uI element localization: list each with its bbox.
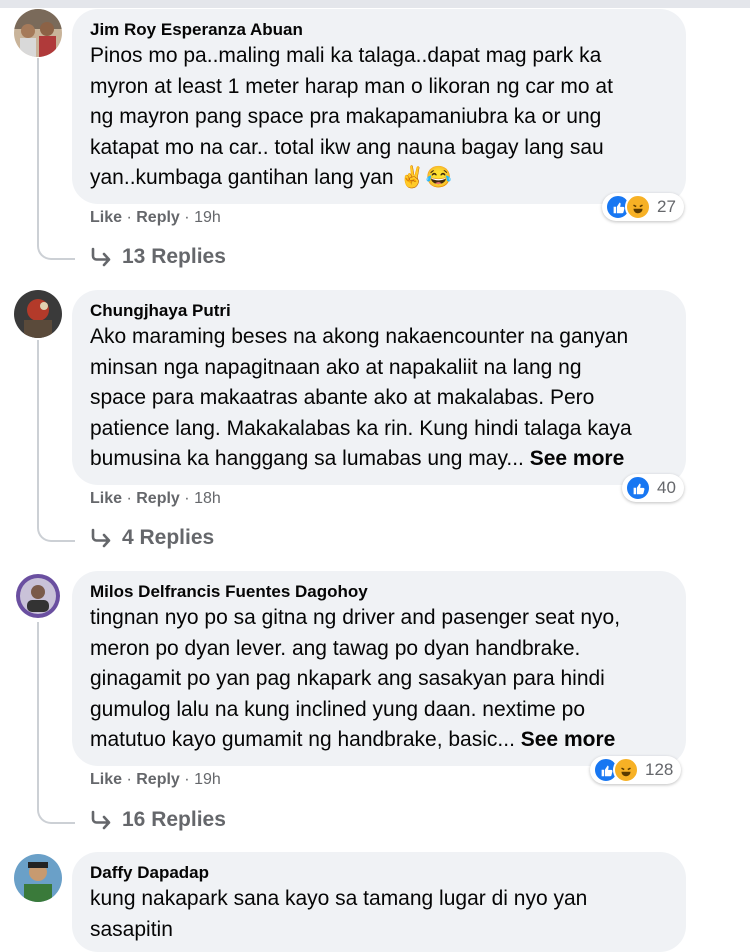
thread-line bbox=[37, 340, 39, 520]
avatar[interactable] bbox=[14, 854, 62, 902]
comment-author[interactable]: Milos Delfrancis Fuentes Dagohoy bbox=[90, 581, 668, 603]
comment-line: minsan nga napagitnaan ako at napakaliit… bbox=[90, 355, 582, 379]
comment-line: space para makaatras abante ako at makal… bbox=[90, 386, 595, 409]
comment-line: ginagamit po yan pag nkapark ang sasakya… bbox=[90, 667, 605, 690]
comment-line: Ako maraming beses na akong nakaencounte… bbox=[90, 325, 629, 348]
top-divider bbox=[0, 0, 750, 8]
timestamp[interactable]: 19h bbox=[194, 209, 221, 226]
thread-connector bbox=[37, 238, 75, 260]
comment-text: Ako maraming beses na akong nakaencounte… bbox=[90, 322, 668, 475]
timestamp[interactable]: 19h bbox=[194, 771, 221, 788]
reaction-count: 128 bbox=[645, 760, 674, 779]
comment-bubble: Daffy Dapadap kung nakapark sana kayo sa… bbox=[72, 852, 686, 952]
reaction-count: 27 bbox=[657, 197, 676, 216]
comment-text: Pinos mo pa..maling mali ka talaga..dapa… bbox=[90, 41, 668, 194]
reply-button[interactable]: Reply bbox=[136, 209, 180, 226]
comment-bubble: Milos Delfrancis Fuentes Dagohoy tingnan… bbox=[72, 571, 686, 766]
thread-connector bbox=[37, 520, 75, 542]
comment-line: meron po dyan lever. ang tawag po dyan h… bbox=[90, 636, 581, 660]
separator: · bbox=[126, 771, 132, 788]
comment-line: gumulog lalu na kung inclined yung daan.… bbox=[90, 697, 586, 721]
comment-line: ng mayron pang space pra makapamaniubra … bbox=[90, 105, 602, 128]
reaction-summary[interactable]: 27 bbox=[602, 193, 684, 221]
comment-line: bumusina ka hanggang sa lumabas ung may.… bbox=[90, 447, 524, 470]
comment-line: sasapitin bbox=[90, 917, 173, 941]
like-icon bbox=[625, 475, 651, 501]
view-replies-button[interactable]: 13 Replies bbox=[90, 245, 226, 269]
reply-arrow-icon bbox=[91, 247, 111, 267]
thread-line bbox=[37, 622, 39, 802]
comment-actions: Like · Reply · 19h bbox=[90, 209, 221, 227]
thread-line bbox=[37, 58, 39, 238]
thread-connector bbox=[37, 802, 75, 824]
reply-button[interactable]: Reply bbox=[136, 771, 180, 788]
comment-line: Pinos mo pa..maling mali ka talaga..dapa… bbox=[90, 44, 602, 67]
avatar[interactable] bbox=[14, 290, 62, 338]
comment-line: tingnan nyo po sa gitna ng driver and pa… bbox=[90, 606, 621, 629]
like-button[interactable]: Like bbox=[90, 209, 122, 226]
view-replies-button[interactable]: 4 Replies bbox=[90, 526, 214, 550]
comment-bubble: Chungjhaya Putri Ako maraming beses na a… bbox=[72, 290, 686, 485]
comment-bubble: Jim Roy Esperanza Abuan Pinos mo pa..mal… bbox=[72, 9, 686, 204]
avatar[interactable] bbox=[14, 9, 62, 57]
separator: · bbox=[126, 209, 132, 226]
reply-arrow-icon bbox=[91, 528, 111, 548]
replies-label: 16 Replies bbox=[122, 808, 226, 831]
like-button[interactable]: Like bbox=[90, 490, 122, 507]
comment-line: myron at least 1 meter harap man o likor… bbox=[90, 74, 613, 98]
comment-line: kung nakapark sana kayo sa tamang lugar … bbox=[90, 887, 588, 910]
reply-button[interactable]: Reply bbox=[136, 490, 180, 507]
comment-author[interactable]: Daffy Dapadap bbox=[90, 862, 668, 884]
comment-author[interactable]: Jim Roy Esperanza Abuan bbox=[90, 19, 668, 41]
peace-emoji-icon: ✌😂 bbox=[399, 166, 452, 190]
reaction-summary[interactable]: 40 bbox=[622, 474, 684, 502]
comment-line: yan..kumbaga gantihan lang yan bbox=[90, 166, 394, 189]
comment-line: matutuo kayo gumamit ng handbrake, basic… bbox=[90, 728, 515, 751]
comment-actions: Like · Reply · 19h bbox=[90, 771, 221, 789]
separator: · bbox=[184, 490, 190, 507]
separator: · bbox=[184, 209, 190, 226]
see-more-link[interactable]: See more bbox=[521, 728, 616, 751]
view-replies-button[interactable]: 16 Replies bbox=[90, 808, 226, 832]
separator: · bbox=[126, 490, 132, 507]
haha-icon bbox=[613, 757, 639, 783]
like-button[interactable]: Like bbox=[90, 771, 122, 788]
see-more-link[interactable]: See more bbox=[530, 447, 625, 470]
timestamp[interactable]: 18h bbox=[194, 490, 221, 507]
comment-text: tingnan nyo po sa gitna ng driver and pa… bbox=[90, 603, 668, 756]
replies-label: 4 Replies bbox=[122, 526, 215, 549]
haha-icon bbox=[625, 194, 651, 220]
comment-author[interactable]: Chungjhaya Putri bbox=[90, 300, 668, 322]
comment-line: patience lang. Makakalabas ka rin. Kung … bbox=[90, 416, 632, 440]
replies-label: 13 Replies bbox=[122, 245, 226, 268]
comment-text: kung nakapark sana kayo sa tamang lugar … bbox=[90, 884, 668, 945]
comment-actions: Like · Reply · 18h bbox=[90, 490, 221, 508]
comment-line: katapat mo na car.. total ikw ang nauna … bbox=[90, 135, 604, 159]
reply-arrow-icon bbox=[91, 810, 111, 830]
reaction-count: 40 bbox=[657, 478, 676, 497]
reaction-summary[interactable]: 128 bbox=[590, 756, 682, 784]
avatar[interactable] bbox=[14, 572, 62, 620]
separator: · bbox=[184, 771, 190, 788]
